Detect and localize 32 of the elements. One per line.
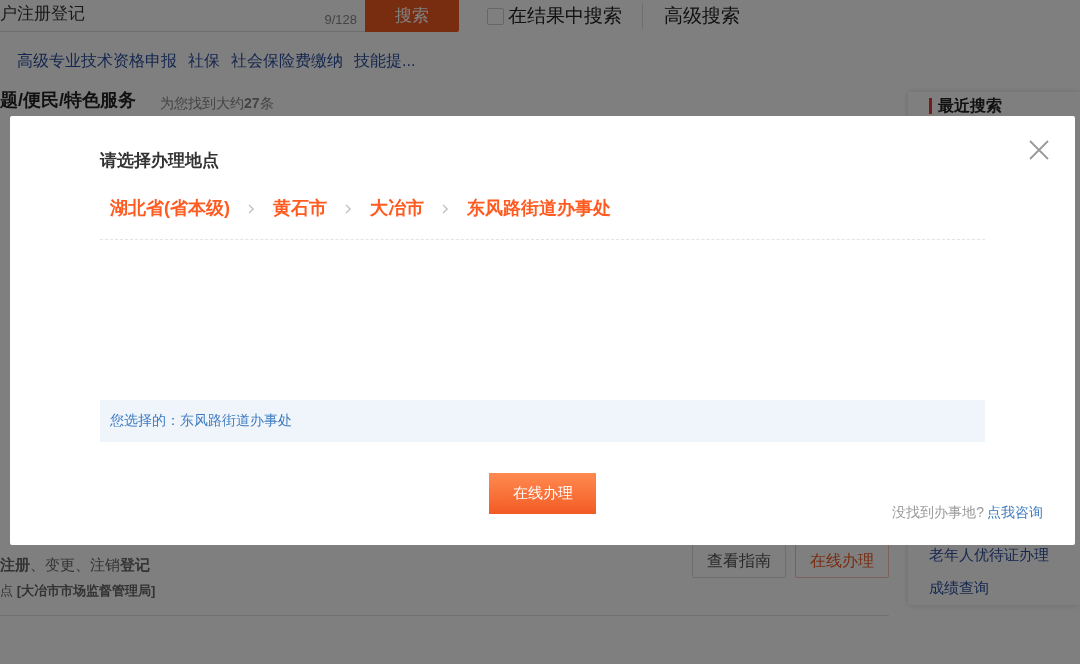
section-title: 题/便民/特色服务 (0, 89, 136, 112)
result-location: 点 [大冶市市场监督管理局] (0, 581, 156, 600)
chevron-icon (248, 203, 255, 214)
checkbox-label: 在结果中搜索 (508, 3, 622, 28)
recent-search-item[interactable]: 老年人优待证办理 (929, 544, 1059, 567)
guide-button[interactable]: 查看指南 (692, 544, 786, 578)
result-count: 为您找到大约27条 (160, 94, 274, 113)
close-icon[interactable] (1028, 139, 1050, 161)
search-button[interactable]: 搜索 (365, 0, 459, 32)
chevron-icon (345, 203, 352, 214)
consult-link[interactable]: 点我咨询 (987, 502, 1043, 523)
online-service-button[interactable]: 在线办理 (795, 544, 889, 578)
hot-link[interactable]: 社会保险费缴纳 (231, 49, 343, 73)
hot-link[interactable]: 技能提... (354, 49, 416, 73)
hot-link[interactable]: 社保 (188, 49, 220, 73)
help-text: 没找到办事地? (892, 503, 984, 522)
advanced-search-link[interactable]: 高级搜索 (664, 1, 740, 31)
dialog-title: 请选择办理地点 (100, 150, 220, 172)
panel-title: 最近搜索 (938, 96, 1002, 116)
breadcrumb-item[interactable]: 东风路街道办事处 (467, 195, 611, 222)
character-counter: 9/128 (324, 10, 357, 29)
hot-link[interactable]: 高级专业技术资格申报 (17, 49, 177, 73)
result-description: 注册、变更、注销登记 (0, 555, 151, 575)
breadcrumb-item[interactable]: 大冶市 (370, 195, 424, 222)
chevron-icon (442, 203, 449, 214)
submit-button[interactable]: 在线办理 (489, 472, 596, 514)
breadcrumb-item[interactable]: 黄石市 (273, 195, 327, 222)
breadcrumb-item[interactable]: 湖北省(省本级) (110, 195, 230, 222)
recent-search-item[interactable]: 成绩查询 (929, 576, 1059, 599)
selection-text: 您选择的：东风路街道办事处 (110, 411, 292, 430)
checkbox[interactable] (487, 7, 504, 25)
search-value: 户注册登记 (0, 3, 85, 25)
